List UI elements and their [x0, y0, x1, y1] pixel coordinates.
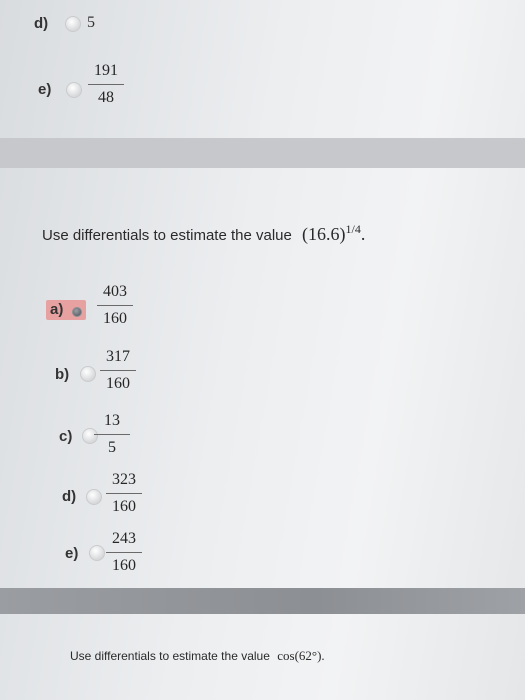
option-c-fraction: 13 5: [92, 412, 132, 457]
option-e-label: e): [38, 81, 52, 98]
question3-prompt: Use differentials to estimate the value …: [70, 648, 325, 664]
question-divider: [0, 138, 525, 168]
option-e-denominator: 48: [98, 89, 114, 106]
option-a-label: a): [50, 301, 64, 318]
option-d-denominator: 160: [112, 498, 136, 515]
option-d-value: 5: [87, 14, 95, 31]
option-d-numerator: 323: [112, 471, 136, 488]
option-d-label: d): [34, 15, 49, 32]
question2-expression: (16.6)1/4.: [302, 222, 366, 244]
question2-prompt-text: Use differentials to estimate the value: [42, 227, 292, 244]
option-b-fraction: 317 160: [98, 348, 138, 393]
option-e-denominator: 160: [112, 557, 136, 574]
question-divider-2: [0, 588, 525, 614]
option-b-radio[interactable]: [80, 366, 96, 382]
option-e-radio[interactable]: [66, 82, 82, 98]
fraction-bar: [106, 493, 142, 494]
option-d-label: d): [62, 488, 77, 505]
option-a-denominator: 160: [103, 310, 127, 327]
fraction-bar: [88, 84, 124, 85]
option-e-fraction: 243 160: [104, 530, 144, 575]
option-e-fraction: 191 48: [86, 62, 126, 107]
option-a-numerator: 403: [103, 283, 127, 300]
option-e-numerator: 243: [112, 530, 136, 547]
option-e-label: e): [65, 545, 79, 562]
option-a-fraction: 403 160: [95, 283, 135, 328]
expression-end: .: [360, 224, 366, 244]
option-c-denominator: 5: [108, 439, 116, 456]
option-e-numerator: 191: [94, 62, 118, 79]
fraction-bar: [100, 370, 136, 371]
question2-prompt: Use differentials to estimate the value …: [42, 222, 365, 245]
fraction-bar: [97, 305, 133, 306]
option-c-numerator: 13: [104, 412, 120, 429]
option-b-label: b): [55, 366, 70, 383]
expression-base: (16.6): [302, 224, 346, 244]
option-b-denominator: 160: [106, 375, 130, 392]
fraction-bar: [94, 434, 130, 435]
question3-expression: cos(62°).: [277, 648, 325, 663]
question3-prompt-text: Use differentials to estimate the value: [70, 649, 270, 663]
option-d-fraction: 323 160: [104, 471, 144, 516]
option-e-radio[interactable]: [89, 545, 105, 561]
option-b-numerator: 317: [106, 348, 130, 365]
option-d-radio[interactable]: [65, 16, 81, 32]
option-a-radio[interactable]: [72, 307, 82, 317]
option-d-radio[interactable]: [86, 489, 102, 505]
expression-exponent: 1/4: [345, 222, 361, 236]
fraction-bar: [106, 552, 142, 553]
option-c-label: c): [59, 428, 73, 445]
